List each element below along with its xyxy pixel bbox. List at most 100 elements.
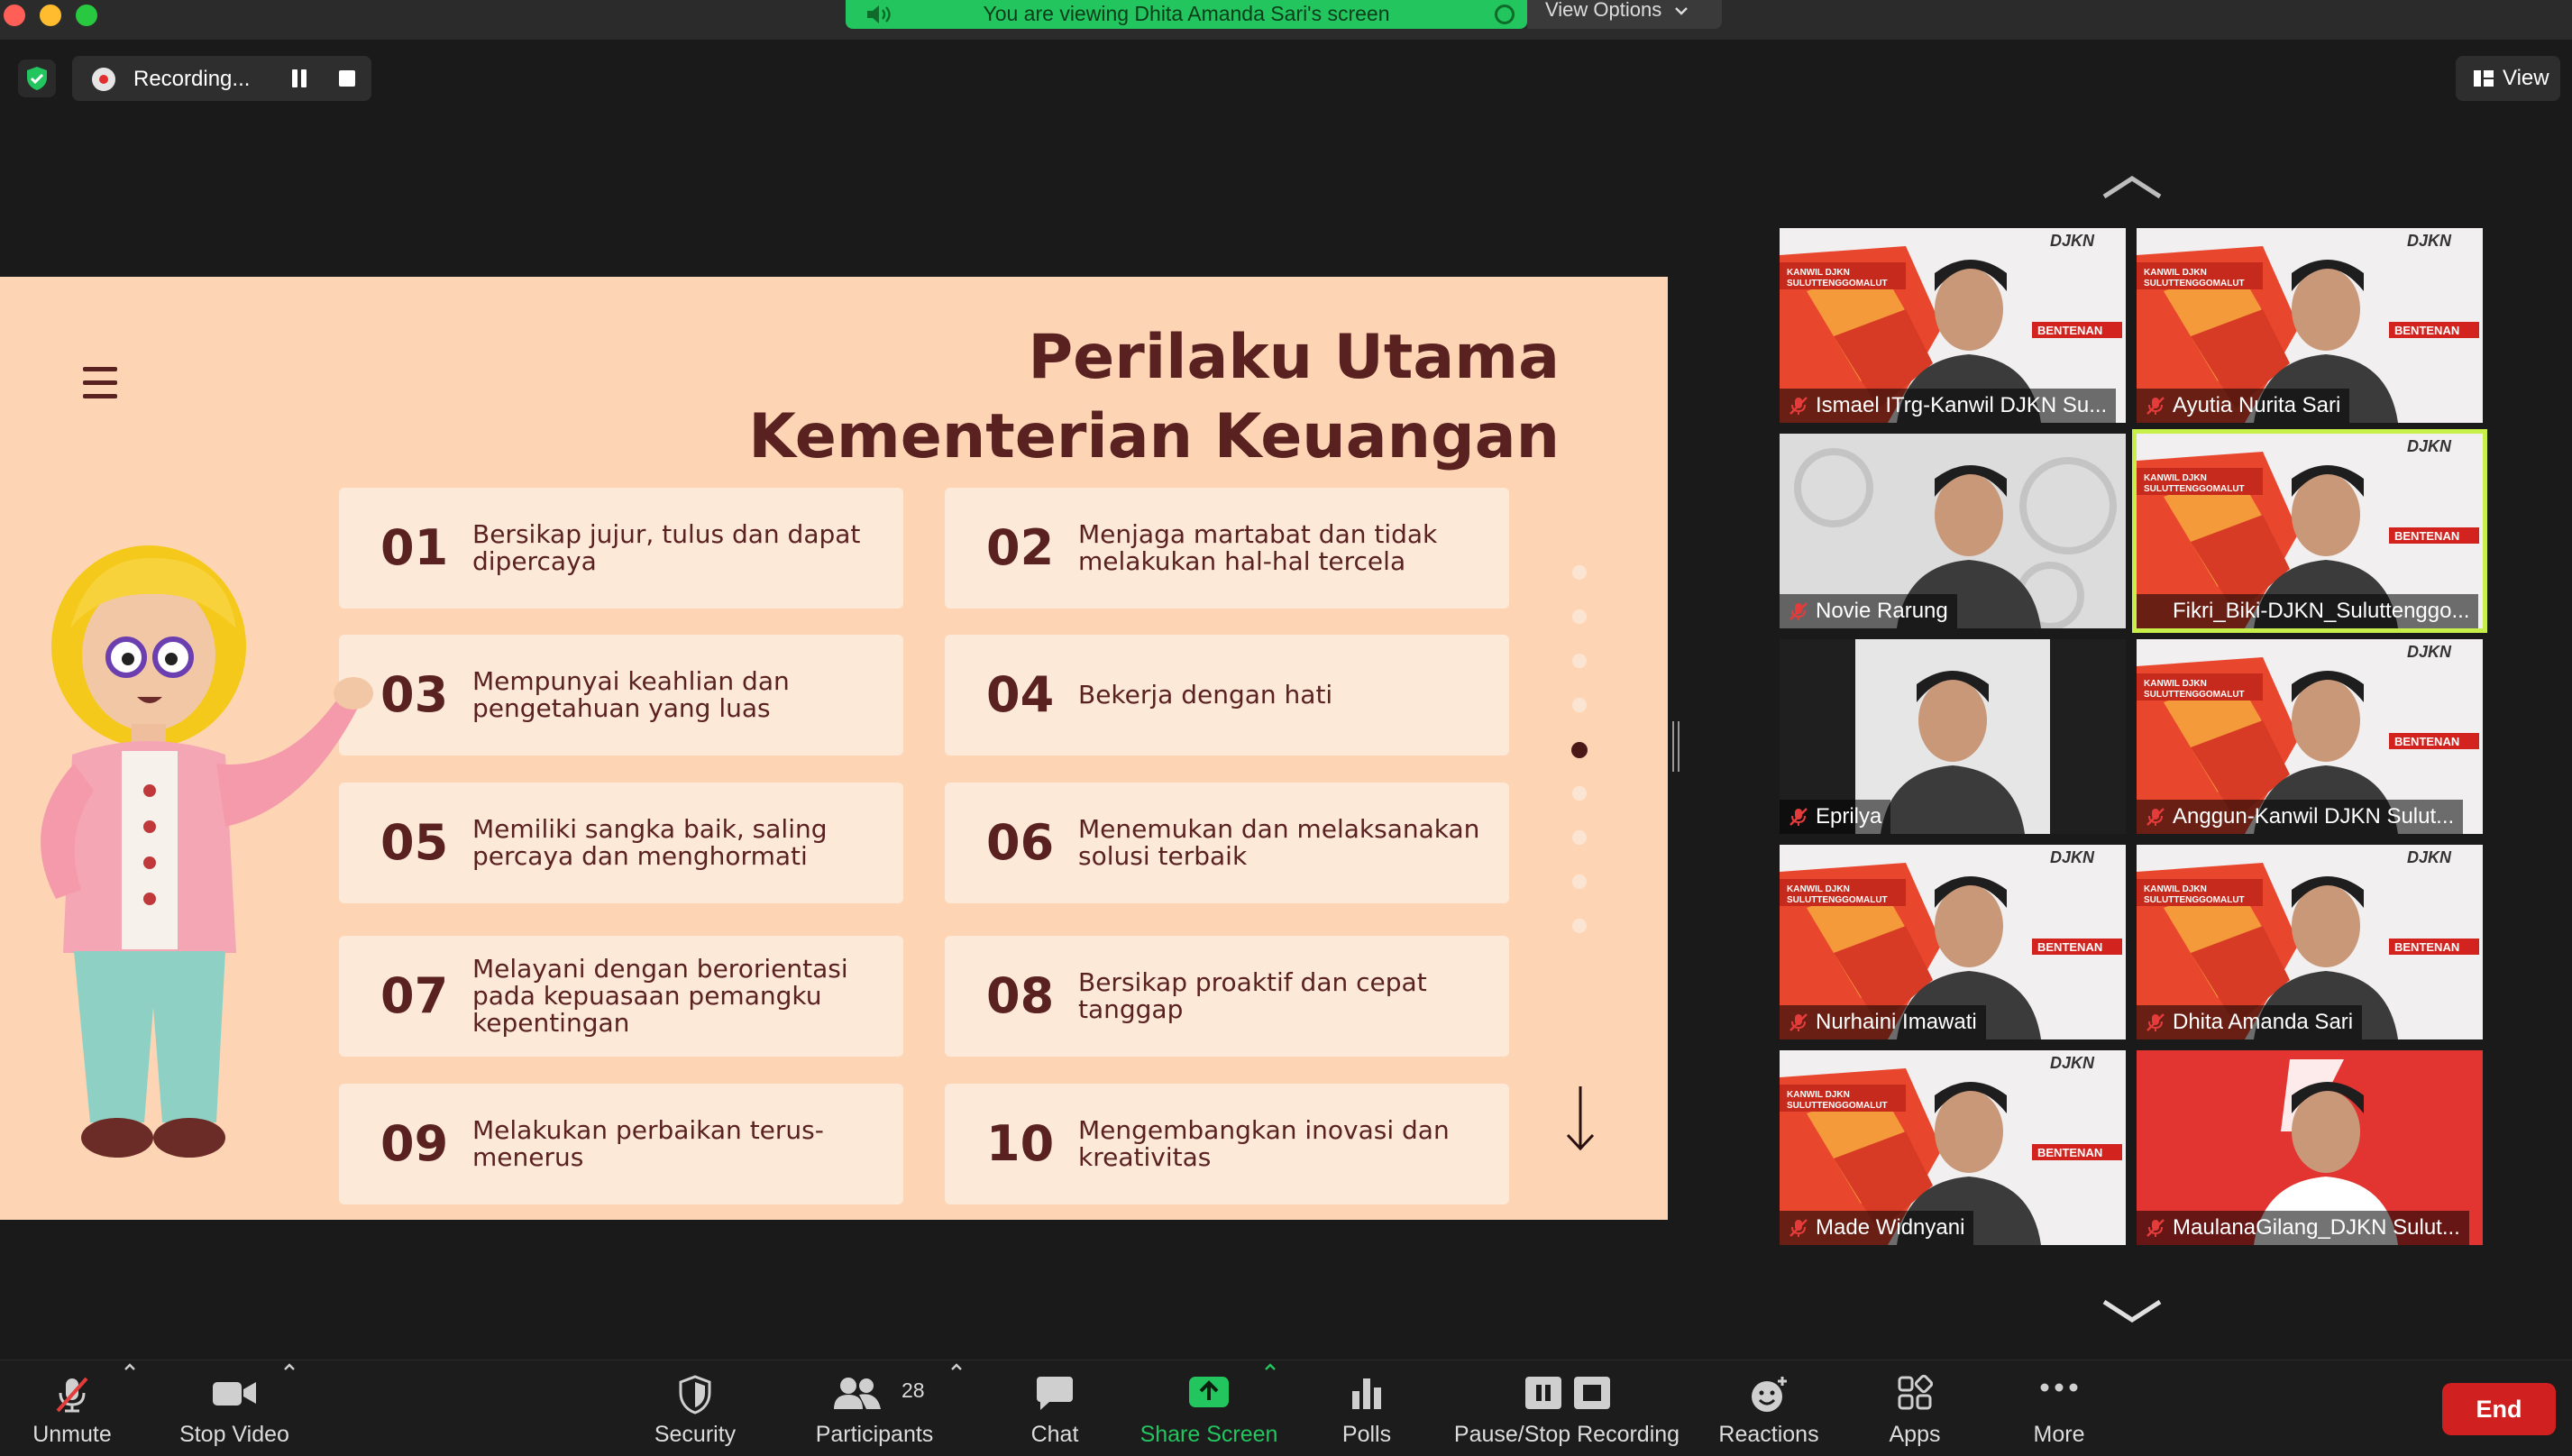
more-button[interactable]: More xyxy=(2014,1360,2104,1456)
audio-options-caret-icon[interactable] xyxy=(124,1360,136,1373)
view-options-button[interactable]: View Options xyxy=(1527,0,1722,29)
participant-name: MaulanaGilang_DJKN Sulut... xyxy=(2137,1211,2469,1245)
participant-video-tile[interactable]: KANWIL DJKN SULUTTENGGOMALUT DJKN BENTEN… xyxy=(2137,845,2483,1039)
slide-item-number: 02 xyxy=(986,519,1055,576)
slide-item-text: Mengembangkan inovasi dan kreativitas xyxy=(1078,1115,1450,1172)
chat-button[interactable]: Chat xyxy=(1010,1360,1100,1456)
view-grid-icon xyxy=(2474,70,2494,87)
slide-item-text: Melayani dengan berorientasi pada kepuas… xyxy=(472,954,848,1038)
meeting-toolbar: Unmute Stop Video Security 28 Participan… xyxy=(0,1360,2572,1456)
participant-video-tile[interactable]: KANWIL DJKN SULUTTENGGOMALUT DJKN BENTEN… xyxy=(2137,639,2483,834)
participants-button[interactable]: 28 Participants xyxy=(802,1360,947,1456)
participant-video-tile[interactable]: KANWIL DJKN SULUTTENGGOMALUT DJKN BENTEN… xyxy=(2137,228,2483,423)
slide-item-card: 09 Melakukan perbaikan terus-menerus xyxy=(339,1084,903,1204)
view-button[interactable]: View xyxy=(2456,56,2560,101)
chat-bubble-icon xyxy=(1037,1377,1073,1410)
participant-video-tile[interactable]: KANWIL DJKN SULUTTENGGOMALUT DJKN BENTEN… xyxy=(1780,1050,2126,1245)
pager-dot[interactable] xyxy=(1572,830,1587,845)
muted-microphone-icon xyxy=(1789,602,1808,620)
pause-stop-recording-label: Pause/Stop Recording xyxy=(1453,1422,1680,1447)
share-screen-icon xyxy=(1189,1377,1229,1407)
record-icon xyxy=(92,68,115,91)
slide-item-number: 08 xyxy=(986,967,1055,1024)
polls-bar-chart-icon xyxy=(1352,1378,1381,1409)
participant-name: Ismael ITrg-Kanwil DJKN Su... xyxy=(1780,389,2117,423)
participant-video-tile[interactable]: Eprilya xyxy=(1780,639,2126,834)
slide-item-number: 07 xyxy=(380,967,449,1024)
stop-video-label: Stop Video xyxy=(179,1422,289,1447)
end-meeting-button[interactable]: End xyxy=(2442,1383,2556,1435)
shield-icon xyxy=(679,1375,711,1415)
encryption-shield-button[interactable] xyxy=(18,60,56,97)
slide-item-number: 04 xyxy=(986,666,1055,723)
slide-item-card: 02 Menjaga martabat dan tidak melakukan … xyxy=(945,488,1509,609)
stop-recording-button[interactable] xyxy=(339,70,355,87)
slide-item-text: Bersikap jujur, tulus dan dapat dipercay… xyxy=(472,519,861,576)
slide-item-text: Menemukan dan melaksanakan solusi terbai… xyxy=(1078,814,1480,871)
stop-video-button[interactable]: Stop Video xyxy=(171,1360,297,1456)
pager-dot-active[interactable] xyxy=(1571,742,1588,758)
recording-label: Recording... xyxy=(133,67,251,91)
participants-count: 28 xyxy=(902,1378,925,1402)
pager-dot[interactable] xyxy=(1572,786,1587,801)
muted-microphone-icon xyxy=(1789,1219,1808,1237)
close-window-button[interactable] xyxy=(4,5,25,26)
video-options-caret-icon[interactable] xyxy=(283,1360,296,1373)
share-screen-button[interactable]: Share Screen xyxy=(1132,1360,1286,1456)
apps-grid-icon xyxy=(1898,1375,1933,1410)
slide-item-number: 06 xyxy=(986,814,1055,871)
polls-button[interactable]: Polls xyxy=(1322,1360,1412,1456)
microphone-muted-icon xyxy=(56,1377,88,1413)
participant-name: Ayutia Nurita Sari xyxy=(2137,389,2350,423)
participant-video-tile[interactable]: KANWIL DJKN SULUTTENGGOMALUT DJKN BENTEN… xyxy=(1780,845,2126,1039)
reactions-smiley-icon xyxy=(1752,1377,1787,1412)
slide-title: Perilaku Utama Kementerian Keuangan xyxy=(748,318,1560,477)
unmute-label: Unmute xyxy=(32,1422,112,1447)
share-screen-label: Share Screen xyxy=(1140,1422,1278,1447)
arrow-down-icon xyxy=(1566,1086,1595,1151)
pager-dot[interactable] xyxy=(1572,875,1587,889)
reactions-button[interactable]: Reactions xyxy=(1713,1360,1825,1456)
slide-title-line1: Perilaku Utama xyxy=(1028,322,1560,393)
pager-dot[interactable] xyxy=(1572,654,1587,668)
pager-dot[interactable] xyxy=(1572,609,1587,624)
muted-microphone-icon xyxy=(2146,808,2165,826)
gallery-scroll-up-button[interactable] xyxy=(2101,173,2164,200)
slide-item-number: 03 xyxy=(380,666,449,723)
minimize-window-button[interactable] xyxy=(40,5,61,26)
participants-label: Participants xyxy=(815,1422,934,1447)
slide-item-number: 09 xyxy=(380,1115,449,1172)
participant-video-tile[interactable]: MaulanaGilang_DJKN Sulut... xyxy=(2137,1050,2483,1245)
share-options-caret-icon[interactable] xyxy=(1264,1360,1277,1373)
slide-item-card: 05 Memiliki sangka baik, saling percaya … xyxy=(339,783,903,903)
security-button[interactable]: Security xyxy=(640,1360,750,1456)
polls-label: Polls xyxy=(1341,1422,1392,1447)
slide-item-card: 04 Bekerja dengan hati xyxy=(945,635,1509,755)
slide-item-card: 01 Bersikap jujur, tulus dan dapat diper… xyxy=(339,488,903,609)
pager-dot[interactable] xyxy=(1572,698,1587,712)
pager-dot[interactable] xyxy=(1572,565,1587,580)
participant-video-tile[interactable]: KANWIL DJKN SULUTTENGGOMALUT DJKN BENTEN… xyxy=(1780,228,2126,423)
slide-item-text: Mempunyai keahlian dan pengetahuan yang … xyxy=(472,666,790,723)
unmute-button[interactable]: Unmute xyxy=(18,1360,126,1456)
shield-check-icon xyxy=(27,67,47,90)
apps-button[interactable]: Apps xyxy=(1870,1360,1960,1456)
participant-name: Dhita Amanda Sari xyxy=(2137,1005,2363,1039)
pause-recording-button[interactable] xyxy=(290,69,308,87)
muted-microphone-icon xyxy=(2146,397,2165,415)
security-label: Security xyxy=(654,1422,737,1447)
share-status-icon xyxy=(1495,5,1515,24)
pause-stop-icon xyxy=(1525,1377,1610,1409)
fullscreen-window-button[interactable] xyxy=(76,5,97,26)
slide-item-card: 06 Menemukan dan melaksanakan solusi ter… xyxy=(945,783,1509,903)
gallery-scroll-down-button[interactable] xyxy=(2101,1298,2164,1325)
pager-dot[interactable] xyxy=(1572,919,1587,933)
participant-video-tile[interactable]: KANWIL DJKN SULUTTENGGOMALUT DJKN BENTEN… xyxy=(2132,429,2487,633)
muted-microphone-icon xyxy=(2146,1219,2165,1237)
menu-icon xyxy=(83,367,117,399)
resize-handle[interactable] xyxy=(1672,721,1680,772)
pause-stop-recording-button[interactable]: Pause/Stop Recording xyxy=(1451,1360,1682,1456)
slide-item-card: 07 Melayani dengan berorientasi pada kep… xyxy=(339,936,903,1057)
participants-caret-icon[interactable] xyxy=(950,1360,963,1373)
participant-video-tile[interactable]: Novie Rarung xyxy=(1780,434,2126,628)
